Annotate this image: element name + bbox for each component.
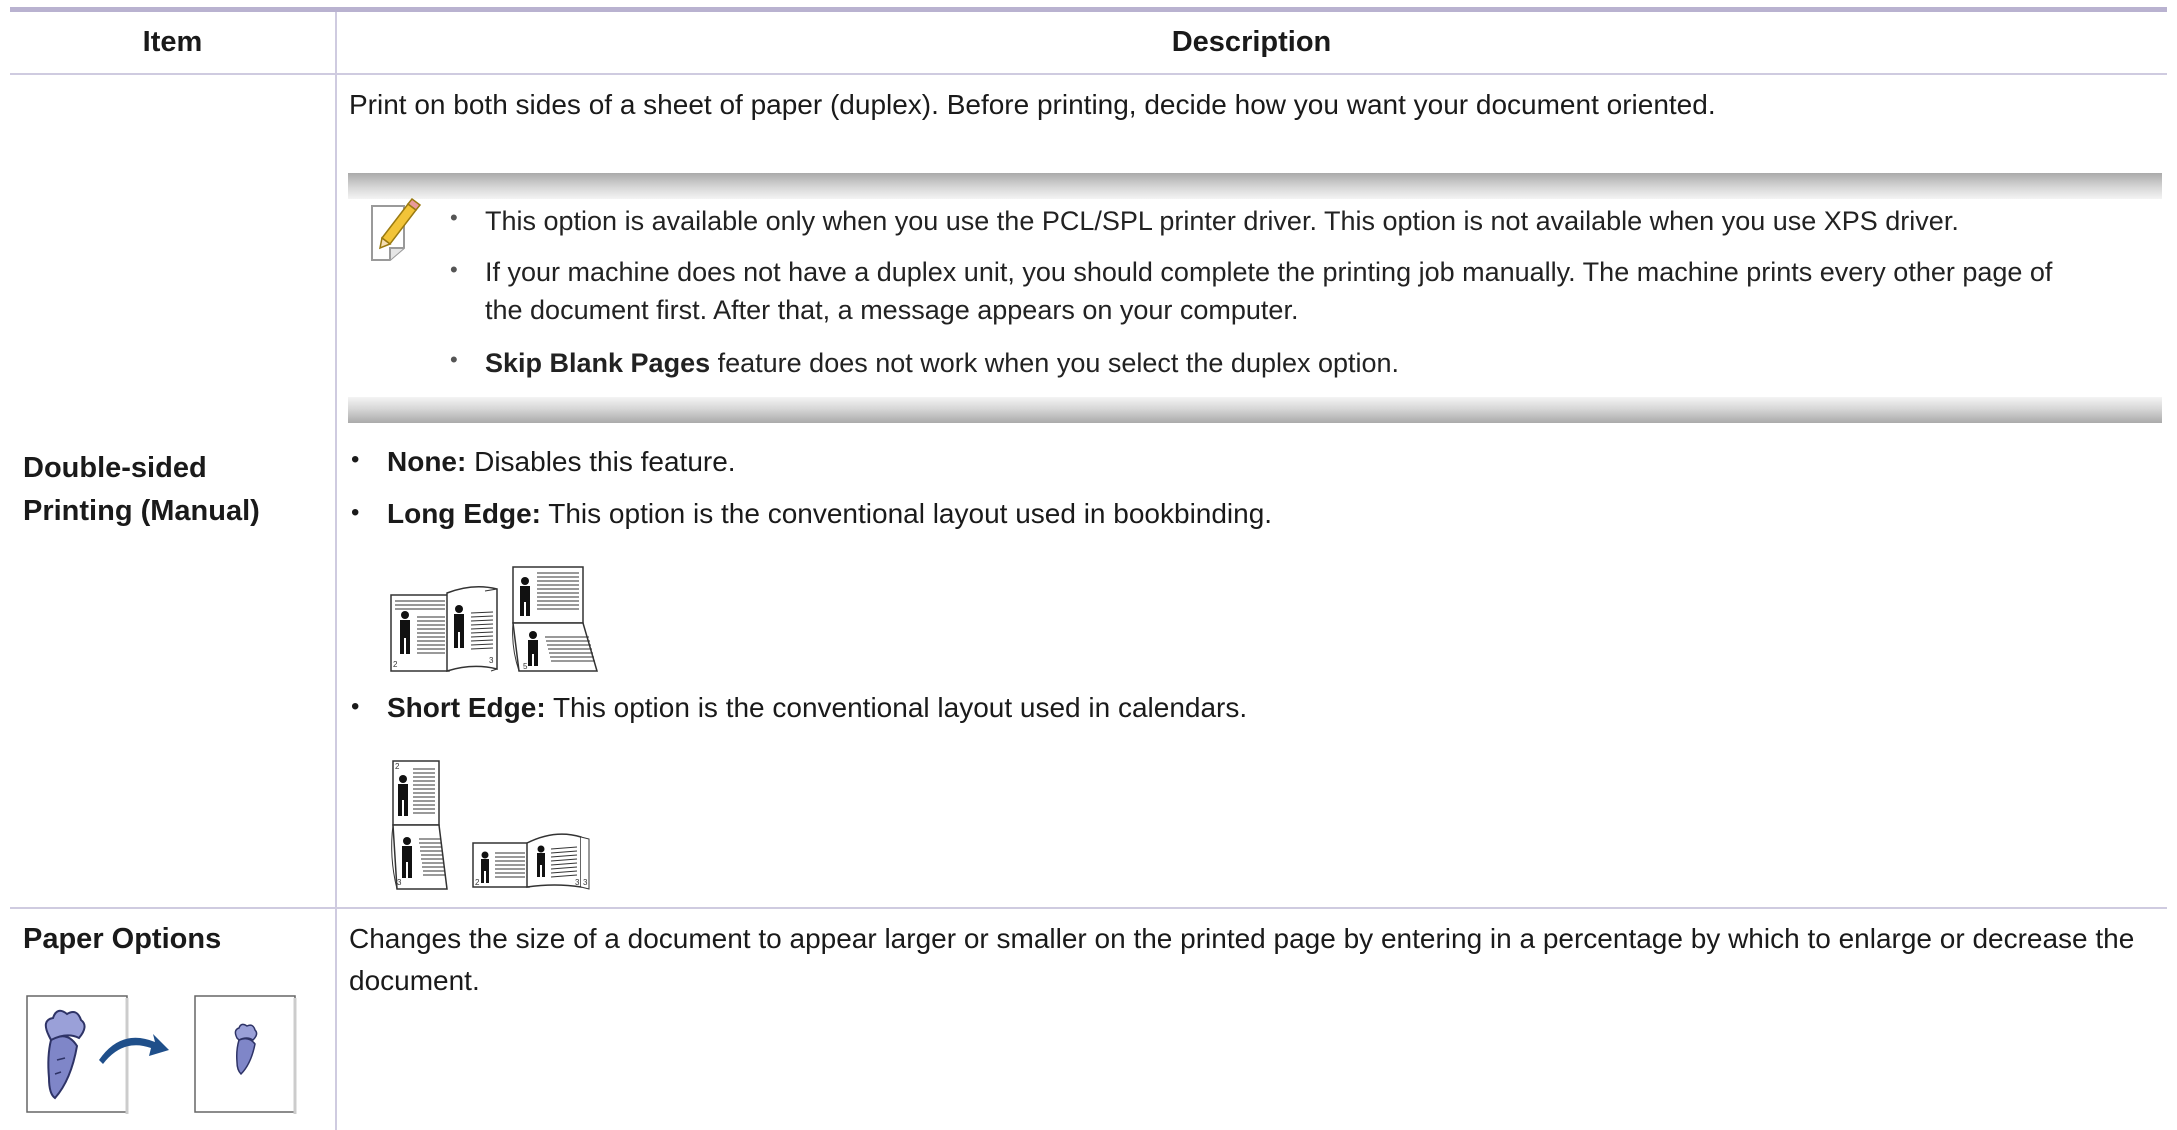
option-none-label: None: [387,446,467,477]
note-item-3-text: feature does not work when you select th… [717,348,1400,378]
paper-options-description-line1: Changes the size of a document to appear… [349,923,2135,954]
option-none-text: Disables this feature. [466,446,736,477]
column-divider [335,12,337,1130]
row-label-paper-options: Paper Options [23,923,222,955]
skip-blank-pages-term: Skip Blank Pages [485,348,711,378]
note-bullet: • [450,205,458,230]
option-short-edge-text: This option is the conventional layout u… [545,692,1248,723]
note-bottom-bar [348,397,2162,423]
page-number: 3 [397,878,402,887]
option-bullet: • [351,499,360,526]
option-long-edge-label: Long Edge: [387,498,541,529]
paper-options-description: Changes the size of a document to appear… [349,918,2159,1002]
page-number: 3 [583,878,588,887]
page-number: 2 [393,660,398,669]
long-edge-flip-book: 5 [512,566,598,672]
note-item-2-line1: If your machine does not have a duplex u… [485,257,2053,287]
page-number: 3 [489,656,494,665]
option-none: None: Disables this feature. [387,443,736,481]
duplex-intro: Print on both sides of a sheet of paper … [349,89,1716,120]
note-bullet: • [450,347,458,372]
option-long-edge-text: This option is the conventional layout u… [540,498,1273,529]
paper-options-reduce-illustration [26,995,297,1114]
row-divider [10,907,2167,909]
row-label-double-sided: Double-sided Printing (Manual) [23,447,260,533]
header-description: Description [1171,25,1332,58]
note-item-3: Skip Blank Pages feature does not work w… [485,344,2165,382]
page-number: 2 [475,878,480,887]
long-edge-open-book: 2 3 [390,586,498,673]
option-short-edge-label: Short Edge: [387,692,546,723]
reduced-page [194,995,297,1114]
short-edge-flip-pad: 2 3 [391,760,448,890]
note-pencil-icon [371,198,422,261]
page-number: 3 [575,878,580,887]
page-number: 2 [395,762,400,771]
header-item: Item [142,25,203,58]
header-divider [10,73,2167,75]
row-label-line2: Printing (Manual) [23,495,260,527]
note-top-bar [348,173,2162,199]
page-number: 5 [523,662,528,671]
short-edge-illustration: 2 3 2 3 3 [391,760,590,890]
option-bullet: • [351,446,360,473]
option-bullet: • [351,693,360,720]
row-label-line1: Double-sided [23,452,207,484]
paper-options-description-line2: document. [349,965,480,996]
original-page [26,995,129,1114]
note-item-2-line2: the document first. After that, a messag… [485,295,1299,325]
note-item-1: This option is available only when you u… [485,206,1959,236]
option-long-edge: Long Edge: This option is the convention… [387,495,1272,533]
short-edge-open-book: 2 3 3 [472,833,590,890]
note-bullet: • [450,257,458,282]
option-short-edge: Short Edge: This option is the conventio… [387,689,1247,727]
long-edge-illustration: 2 3 5 [390,566,598,673]
